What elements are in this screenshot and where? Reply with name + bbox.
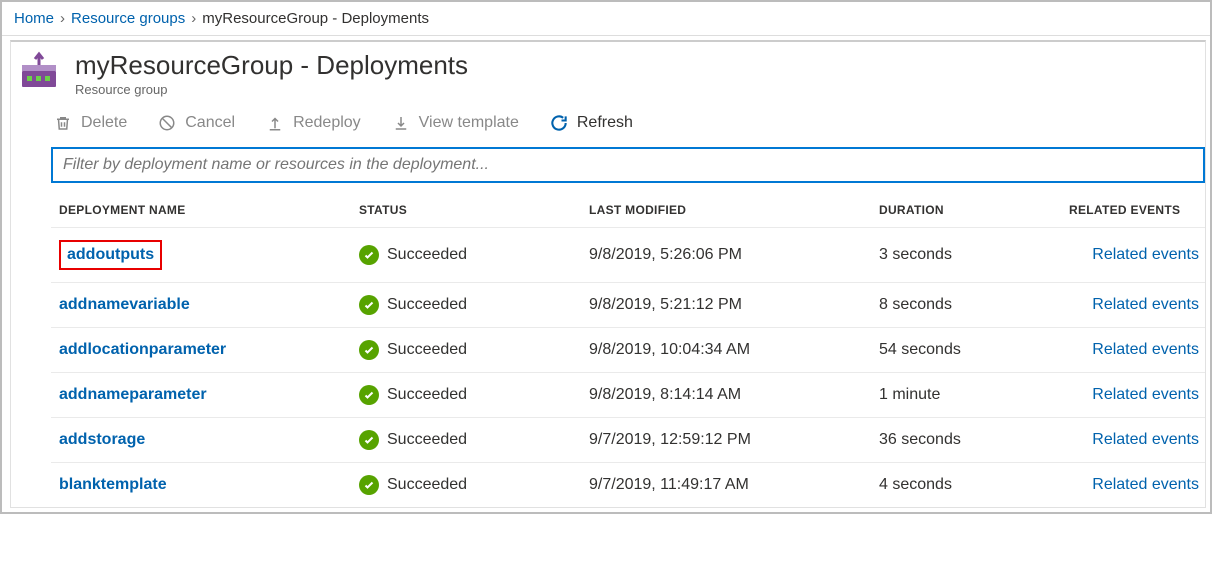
col-last-modified[interactable]: Last Modified [589, 203, 879, 217]
duration-text: 54 seconds [879, 341, 1069, 359]
last-modified-text: 9/8/2019, 10:04:34 AM [589, 341, 879, 359]
related-events-link[interactable]: Related events [1069, 296, 1209, 314]
cancel-button[interactable]: Cancel [157, 113, 235, 133]
redeploy-label: Redeploy [293, 114, 361, 132]
table-row: addnameparameter Succeeded 9/8/2019, 8:14:… [51, 372, 1205, 417]
status-cell: Succeeded [359, 385, 589, 405]
related-events-link[interactable]: Related events [1069, 476, 1209, 494]
related-events-link[interactable]: Related events [1069, 246, 1209, 264]
breadcrumb-current: myResourceGroup - Deployments [202, 10, 429, 27]
col-related-events[interactable]: Related Events [1069, 203, 1209, 217]
refresh-label: Refresh [577, 114, 633, 132]
status-cell: Succeeded [359, 245, 589, 265]
duration-text: 36 seconds [879, 431, 1069, 449]
view-template-label: View template [419, 114, 519, 132]
chevron-right-icon: › [60, 10, 65, 27]
table-row: addoutputs Succeeded 9/8/2019, 5:26:06 PM3… [51, 227, 1205, 282]
success-icon [359, 340, 379, 360]
status-text: Succeeded [387, 341, 467, 359]
duration-text: 8 seconds [879, 296, 1069, 314]
status-text: Succeeded [387, 431, 467, 449]
last-modified-text: 9/8/2019, 8:14:14 AM [589, 386, 879, 404]
deployment-name-link[interactable]: addoutputs [59, 240, 162, 270]
deployment-name-link[interactable]: addnamevariable [59, 296, 190, 313]
related-events-link[interactable]: Related events [1069, 341, 1209, 359]
table-row: addnamevariable Succeeded 9/8/2019, 5:21:1… [51, 282, 1205, 327]
success-icon [359, 295, 379, 315]
status-cell: Succeeded [359, 430, 589, 450]
success-icon [359, 245, 379, 265]
deployment-name-link[interactable]: addlocationparameter [59, 341, 226, 358]
delete-label: Delete [81, 114, 127, 132]
duration-text: 4 seconds [879, 476, 1069, 494]
success-icon [359, 430, 379, 450]
status-cell: Succeeded [359, 340, 589, 360]
deployment-name-link[interactable]: blanktemplate [59, 476, 167, 493]
col-duration[interactable]: Duration [879, 203, 1069, 217]
status-text: Succeeded [387, 476, 467, 494]
table-row: addlocationparameter Succeeded 9/8/2019, 1… [51, 327, 1205, 372]
last-modified-text: 9/7/2019, 11:49:17 AM [589, 476, 879, 494]
col-deployment-name[interactable]: Deployment Name [59, 203, 359, 217]
filter-input[interactable] [51, 147, 1205, 183]
refresh-icon [549, 113, 569, 133]
cancel-icon [157, 113, 177, 133]
status-text: Succeeded [387, 246, 467, 264]
deployment-name-link[interactable]: addstorage [59, 431, 145, 448]
last-modified-text: 9/8/2019, 5:21:12 PM [589, 296, 879, 314]
deployment-name-link[interactable]: addnameparameter [59, 386, 207, 403]
success-icon [359, 385, 379, 405]
chevron-right-icon: › [191, 10, 196, 27]
redeploy-icon [265, 113, 285, 133]
page-title: myResourceGroup - Deployments [75, 50, 468, 81]
toolbar: Delete Cancel Redeploy [11, 103, 1205, 147]
breadcrumb: Home › Resource groups › myResourceGroup… [2, 2, 1210, 35]
trash-icon [53, 113, 73, 133]
last-modified-text: 9/7/2019, 12:59:12 PM [589, 431, 879, 449]
success-icon [359, 475, 379, 495]
page-subtitle: Resource group [75, 82, 468, 97]
table-row: addstorage Succeeded 9/7/2019, 12:59:12 PM… [51, 417, 1205, 462]
download-icon [391, 113, 411, 133]
refresh-button[interactable]: Refresh [549, 113, 633, 133]
delete-button[interactable]: Delete [53, 113, 127, 133]
breadcrumb-resource-groups[interactable]: Resource groups [71, 10, 185, 27]
status-cell: Succeeded [359, 475, 589, 495]
duration-text: 3 seconds [879, 246, 1069, 264]
duration-text: 1 minute [879, 386, 1069, 404]
resource-group-icon [17, 50, 61, 94]
status-text: Succeeded [387, 296, 467, 314]
col-status[interactable]: Status [359, 203, 589, 217]
view-template-button[interactable]: View template [391, 113, 519, 133]
status-text: Succeeded [387, 386, 467, 404]
status-cell: Succeeded [359, 295, 589, 315]
related-events-link[interactable]: Related events [1069, 386, 1209, 404]
breadcrumb-home[interactable]: Home [14, 10, 54, 27]
last-modified-text: 9/8/2019, 5:26:06 PM [589, 246, 879, 264]
table-header: Deployment Name Status Last Modified Dur… [51, 193, 1205, 227]
redeploy-button[interactable]: Redeploy [265, 113, 361, 133]
cancel-label: Cancel [185, 114, 235, 132]
table-row: blanktemplate Succeeded 9/7/2019, 11:49:17… [51, 462, 1205, 507]
related-events-link[interactable]: Related events [1069, 431, 1209, 449]
